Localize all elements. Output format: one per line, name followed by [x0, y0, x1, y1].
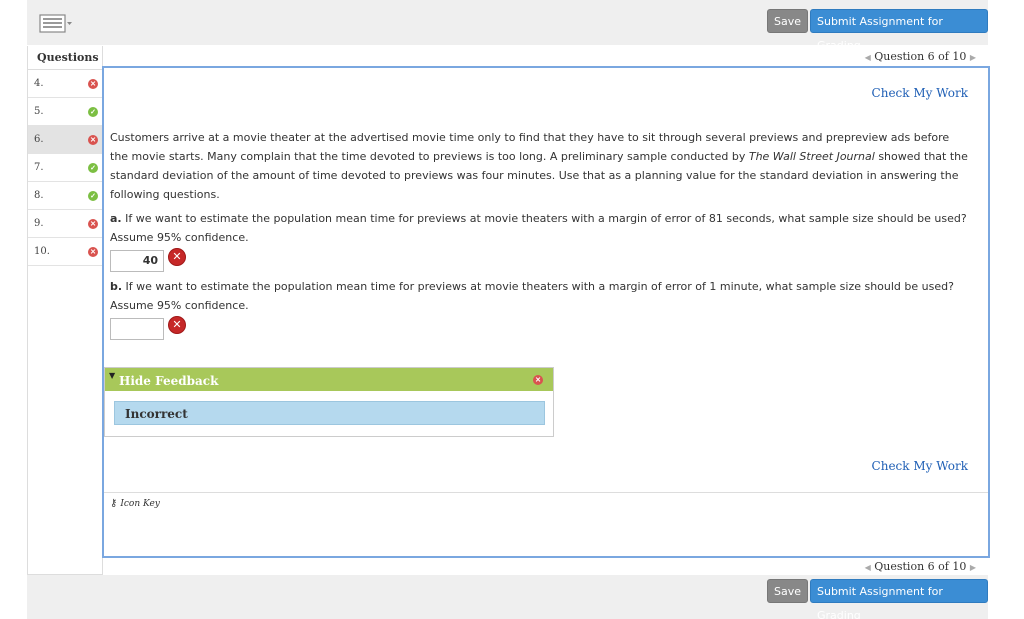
- question-item-4[interactable]: 4. ✕: [28, 70, 102, 98]
- divider: [104, 492, 988, 493]
- incorrect-icon: ✕: [88, 219, 98, 229]
- question-item-9[interactable]: 9. ✕: [28, 210, 102, 238]
- question-number: 10.: [34, 246, 50, 257]
- questions-sidebar: Questions 4. ✕ 5. ✓ 6. ✕ 7. ✓ 8. ✓ 9. ✕ …: [27, 46, 103, 575]
- question-number: 7.: [34, 162, 44, 173]
- part-b-label: b.: [110, 280, 123, 293]
- check-my-work-link-bottom[interactable]: Check My Work: [872, 459, 968, 473]
- bottom-toolbar: Save Submit Assignment for Grading: [27, 575, 988, 619]
- question-number: 6.: [34, 134, 44, 145]
- part-a-text: a. If we want to estimate the population…: [110, 212, 967, 244]
- question-number: 8.: [34, 190, 44, 201]
- save-button-bottom[interactable]: Save: [767, 579, 809, 603]
- incorrect-icon: ✕: [168, 248, 186, 266]
- key-icon: ⚷: [110, 498, 118, 509]
- top-toolbar: Save Submit Assignment for Grading: [27, 0, 988, 52]
- keyboard-icon[interactable]: [39, 12, 73, 34]
- question-item-6[interactable]: 6. ✕: [28, 126, 102, 154]
- question-item-7[interactable]: 7. ✓: [28, 154, 102, 182]
- close-icon[interactable]: ✕: [533, 375, 543, 385]
- part-b-answer-input[interactable]: [110, 318, 164, 340]
- incorrect-icon: ✕: [168, 316, 186, 334]
- part-a-label: a.: [110, 212, 122, 225]
- check-my-work-link[interactable]: Check My Work: [872, 86, 968, 100]
- hide-feedback-toggle[interactable]: ▼ Hide Feedback ✕: [105, 368, 553, 391]
- submit-assignment-button[interactable]: Submit Assignment for Grading: [810, 9, 988, 52]
- question-panel: Check My Work Customers arrive at a movi…: [102, 66, 990, 558]
- collapse-triangle-icon: ▼: [109, 370, 116, 380]
- correct-icon: ✓: [88, 191, 98, 201]
- feedback-panel: ▼ Hide Feedback ✕ Incorrect: [104, 367, 554, 437]
- incorrect-icon: ✕: [88, 79, 98, 89]
- incorrect-icon: ✕: [88, 135, 98, 145]
- incorrect-icon: ✕: [88, 247, 98, 257]
- submit-assignment-button-bottom[interactable]: Submit Assignment for Grading: [810, 579, 988, 619]
- icon-key-label: Icon Key: [120, 499, 160, 509]
- part-b-text: b. If we want to estimate the population…: [110, 280, 954, 312]
- next-arrow-icon[interactable]: ▶: [970, 53, 976, 62]
- question-nav-bottom: ◀ Question 6 of 10 ▶: [104, 557, 988, 577]
- next-arrow-icon[interactable]: ▶: [970, 563, 976, 572]
- question-item-10[interactable]: 10. ✕: [28, 238, 102, 266]
- question-position: Question 6 of 10: [874, 560, 967, 573]
- question-number: 4.: [34, 78, 44, 89]
- question-nav-top: ◀ Question 6 of 10 ▶: [104, 47, 988, 67]
- prev-arrow-icon[interactable]: ◀: [865, 563, 871, 572]
- correct-icon: ✓: [88, 107, 98, 117]
- feedback-result: Incorrect: [114, 401, 545, 425]
- part-a-answer-input[interactable]: 40: [110, 250, 164, 272]
- source-name: The Wall Street Journal: [748, 150, 875, 163]
- correct-icon: ✓: [88, 163, 98, 173]
- question-intro: Customers arrive at a movie theater at t…: [110, 131, 968, 201]
- question-item-5[interactable]: 5. ✓: [28, 98, 102, 126]
- save-button[interactable]: Save: [767, 9, 809, 33]
- prev-arrow-icon[interactable]: ◀: [865, 53, 871, 62]
- icon-key-link[interactable]: ⚷ Icon Key: [110, 498, 160, 509]
- question-number: 9.: [34, 218, 44, 229]
- question-position: Question 6 of 10: [874, 50, 967, 63]
- feedback-header-label: Hide Feedback: [119, 374, 219, 388]
- question-item-8[interactable]: 8. ✓: [28, 182, 102, 210]
- question-number: 5.: [34, 106, 44, 117]
- sidebar-title: Questions: [28, 46, 102, 70]
